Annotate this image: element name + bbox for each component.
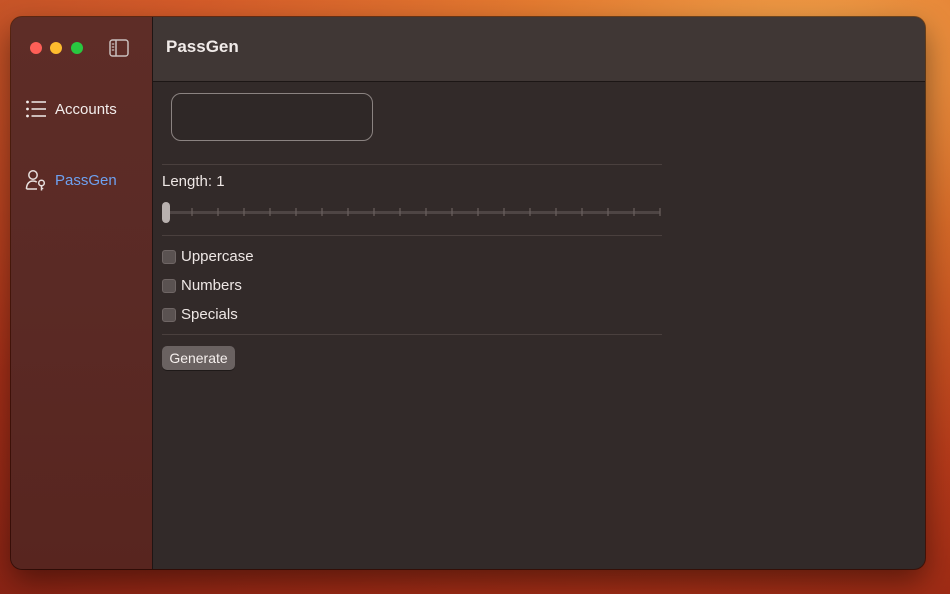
checkbox-label: Specials <box>181 306 238 323</box>
page-title: PassGen <box>166 37 239 56</box>
sidebar-item-accounts[interactable]: Accounts <box>25 99 117 119</box>
slider-knob[interactable] <box>162 202 170 223</box>
close-window-button[interactable] <box>30 42 42 54</box>
specials-checkbox[interactable]: Specials <box>162 306 238 323</box>
length-slider[interactable] <box>162 200 662 226</box>
checkbox-box[interactable] <box>162 307 176 322</box>
checkbox-label: Uppercase <box>181 248 254 265</box>
password-field[interactable] <box>171 93 373 141</box>
sidebar-item-label: PassGen <box>55 171 117 189</box>
generate-button[interactable]: Generate <box>162 346 235 370</box>
divider <box>162 164 662 165</box>
divider <box>162 334 662 335</box>
sidebar-toggle-button[interactable] <box>109 39 129 57</box>
toolbar: PassGen <box>153 17 925 82</box>
sidebar-item-passgen[interactable]: PassGen <box>25 169 117 191</box>
sidebar-item-label: Accounts <box>55 100 117 118</box>
divider <box>162 235 662 236</box>
length-label: Length: 1 <box>162 173 225 190</box>
checkbox-box[interactable] <box>162 278 176 293</box>
sidebar: Accounts PassGen <box>11 17 153 569</box>
uppercase-checkbox[interactable]: Uppercase <box>162 248 254 265</box>
zoom-window-button[interactable] <box>71 42 83 54</box>
numbers-checkbox[interactable]: Numbers <box>162 277 242 294</box>
minimize-window-button[interactable] <box>50 42 62 54</box>
app-window: Accounts PassGen PassGen Length: 1 Upper… <box>11 17 925 569</box>
sidebar-toggle-icon <box>109 39 129 57</box>
slider-track <box>164 211 660 214</box>
checkbox-box[interactable] <box>162 249 176 264</box>
checkbox-label: Numbers <box>181 277 242 294</box>
length-slider-track <box>162 202 661 223</box>
person-key-icon <box>25 170 46 191</box>
list-icon <box>26 100 46 118</box>
passgen-panel: Length: 1 Uppercase Numbers Specials Gen… <box>153 82 925 569</box>
